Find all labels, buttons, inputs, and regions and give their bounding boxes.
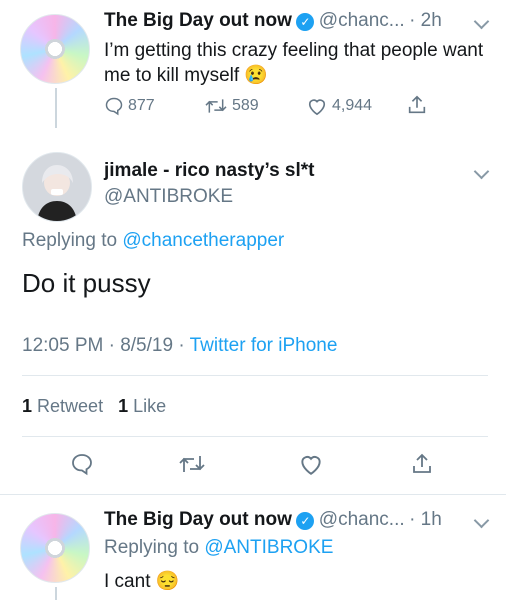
tweet-time: · 1h xyxy=(409,509,442,530)
like-count: 4,944 xyxy=(332,97,373,114)
replying-prefix: Replying to xyxy=(22,230,118,251)
user-portrait-icon xyxy=(23,153,91,221)
retweets-stat[interactable]: 1 Retweet xyxy=(22,396,108,416)
share-icon[interactable] xyxy=(410,452,434,476)
tweet-focused: jimale - rico nasty’s sl*t @ANTIBROKE Re… xyxy=(0,140,506,480)
reply-icon[interactable] xyxy=(70,452,94,476)
tweet-header: The Big Day out now ✓ @chanc... · 2h xyxy=(104,10,442,32)
avatar[interactable] xyxy=(22,152,92,222)
verified-badge-icon: ✓ xyxy=(296,13,315,31)
tweet-text: Do it pussy xyxy=(22,268,151,298)
divider xyxy=(22,375,488,376)
avatar[interactable] xyxy=(20,513,90,583)
replying-to: Replying to @ANTIBROKE xyxy=(104,537,333,559)
chevron-down-icon[interactable] xyxy=(473,13,490,30)
chevron-down-icon[interactable] xyxy=(473,512,490,529)
retweet-count: 589 xyxy=(232,97,259,114)
retweet-icon[interactable] xyxy=(178,452,206,476)
retweet-label: Retweet xyxy=(37,396,104,416)
handle[interactable]: @ANTIBROKE xyxy=(104,186,233,208)
tweet-text: I cant 😔 xyxy=(104,571,180,592)
avatar[interactable] xyxy=(20,14,90,84)
thread-line xyxy=(55,88,57,128)
thread-line xyxy=(55,587,57,600)
likes-stat[interactable]: 1 Like xyxy=(118,396,166,416)
reply-button[interactable]: 877 xyxy=(104,96,155,116)
heart-icon[interactable] xyxy=(298,452,324,476)
replying-prefix: Replying to xyxy=(104,537,200,558)
tweet-reply[interactable]: The Big Day out now ✓ @chanc... · 1h Rep… xyxy=(0,495,506,600)
reply-count: 877 xyxy=(128,97,155,114)
like-label: Like xyxy=(133,396,167,416)
like-button[interactable]: 4,944 xyxy=(306,96,372,116)
retweet-icon xyxy=(205,99,227,113)
replying-to-link[interactable]: @chancetherapper xyxy=(122,230,284,251)
verified-badge-icon: ✓ xyxy=(296,512,315,530)
heart-icon xyxy=(308,99,326,116)
retweet-total: 1 xyxy=(22,396,33,416)
display-name[interactable]: The Big Day out now xyxy=(104,10,292,31)
source-link[interactable]: Twitter for iPhone xyxy=(190,335,338,356)
replying-to: Replying to @chancetherapper xyxy=(22,230,284,252)
reply-icon xyxy=(105,97,123,116)
handle[interactable]: @chanc... xyxy=(319,10,405,31)
tweet-parent[interactable]: The Big Day out now ✓ @chanc... · 2h I’m… xyxy=(0,0,506,128)
display-name[interactable]: The Big Day out now xyxy=(104,509,292,530)
retweet-button[interactable]: 589 xyxy=(204,96,259,116)
engagement-stats: 1 Retweet 1 Like xyxy=(22,396,166,417)
timestamp: 12:05 PM · 8/5/19 · xyxy=(22,335,185,356)
divider xyxy=(22,436,488,437)
replying-to-link[interactable]: @ANTIBROKE xyxy=(204,537,333,558)
chevron-down-icon[interactable] xyxy=(473,163,490,180)
display-name[interactable]: jimale - rico nasty’s sl*t xyxy=(104,160,315,182)
tweet-meta: 12:05 PM · 8/5/19 · Twitter for iPhone xyxy=(22,335,337,357)
handle[interactable]: @chanc... xyxy=(319,509,405,530)
like-total: 1 xyxy=(118,396,129,416)
share-icon[interactable] xyxy=(406,94,428,116)
tweet-header: The Big Day out now ✓ @chanc... · 1h xyxy=(104,509,442,531)
tweet-time: · 2h xyxy=(409,10,442,31)
tweet-text: I’m getting this crazy feeling that peop… xyxy=(104,40,484,86)
